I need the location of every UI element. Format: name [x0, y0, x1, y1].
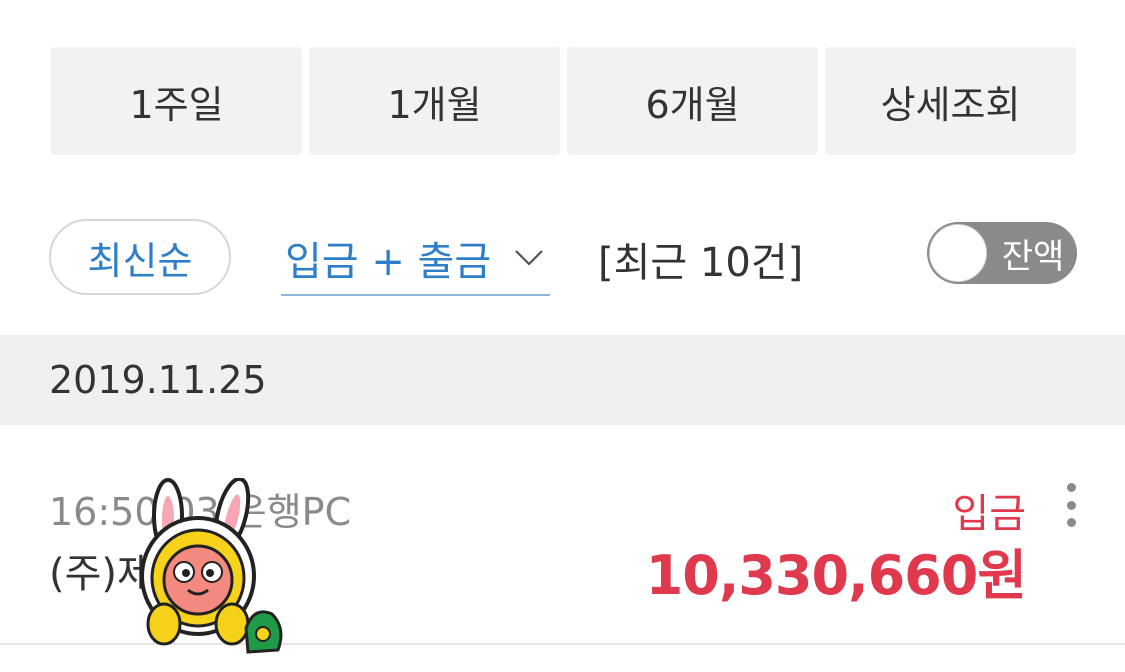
date-group-header: 2019.11.25 [0, 335, 1125, 425]
toggle-knob [929, 224, 987, 282]
rabbit-sticker-icon [136, 476, 286, 658]
transaction-type-select[interactable]: 입금 + 출금 [281, 225, 550, 296]
balance-toggle-label: 잔액 [1001, 236, 1065, 277]
tab-1-month[interactable]: 1개월 [309, 47, 560, 155]
tab-detail-search[interactable]: 상세조회 [825, 47, 1076, 155]
sort-order-button[interactable]: 최신순 [49, 219, 231, 295]
period-tabs: 1주일 1개월 6개월 상세조회 [51, 47, 1076, 155]
balance-toggle[interactable]: 잔액 [927, 222, 1077, 284]
transaction-history-screen: 1주일 1개월 6개월 상세조회 최신순 입금 + 출금 [최근 10건] 잔액… [0, 0, 1125, 672]
transaction-amount: 10,330,660원 [645, 544, 1027, 607]
recent-count-label: [최근 10건] [598, 240, 804, 286]
tab-1-week[interactable]: 1주일 [51, 47, 302, 155]
tab-6-months[interactable]: 6개월 [567, 47, 818, 155]
more-vertical-icon[interactable] [1059, 483, 1083, 527]
chevron-down-icon [514, 243, 544, 273]
transaction-type-label: 입금 + 출금 [285, 238, 492, 285]
